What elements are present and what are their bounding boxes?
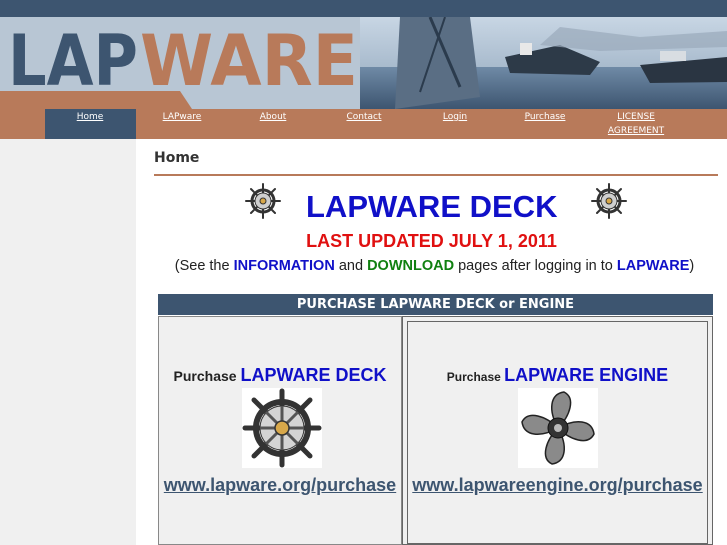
info-note-middle: pages after logging in to xyxy=(454,258,617,274)
nav-home[interactable]: Home xyxy=(60,110,120,124)
main-content: Home LAPWARE DECK LAST UPDATED JULY 1, 2… xyxy=(136,139,727,545)
left-sidebar xyxy=(0,139,136,545)
logo-text-ware: WARE xyxy=(140,20,358,102)
nav-lapware[interactable]: LAPware xyxy=(152,110,212,124)
info-note-and: and xyxy=(334,258,368,274)
purchase-table-header: PURCHASE LAPWARE DECK or ENGINE xyxy=(158,294,713,315)
purchase-engine-label-small: Purchase xyxy=(446,370,505,384)
propeller-icon xyxy=(518,388,598,468)
ship-wheel-icon xyxy=(245,183,281,219)
ship-wheel-icon xyxy=(242,388,322,468)
nav-contact[interactable]: Contact xyxy=(334,110,394,124)
deck-heading: LAPWARE DECK xyxy=(306,189,558,224)
nav-license-agreement[interactable]: LICENSE AGREEMENT xyxy=(600,110,672,138)
information-keyword: INFORMATION xyxy=(233,258,335,274)
logo-text-lap: LAP xyxy=(8,20,138,102)
info-note-suffix: ) xyxy=(689,258,695,274)
info-note: (See the INFORMATION and DOWNLOAD pages … xyxy=(136,258,727,274)
header-banner: LAP WARE xyxy=(0,17,727,109)
title-divider xyxy=(154,174,718,176)
last-updated-text: LAST UPDATED JULY 1, 2011 xyxy=(306,231,557,251)
lapware-keyword: LAPWARE xyxy=(616,258,690,274)
info-note-prefix: (See the xyxy=(174,258,234,274)
purchase-deck-cell: Purchase LAPWARE DECK www.lapware.org/pu… xyxy=(158,316,402,545)
purchase-deck-label: Purchase LAPWARE DECK xyxy=(159,365,401,386)
purchase-engine-label-big: LAPWARE ENGINE xyxy=(504,365,669,385)
ship-wheel-icon xyxy=(591,183,627,219)
page-title: Home xyxy=(154,150,200,166)
purchase-engine-link[interactable]: www.lapwareengine.org/purchase xyxy=(403,475,712,496)
purchase-engine-label: Purchase LAPWARE ENGINE xyxy=(403,365,712,386)
download-keyword: DOWNLOAD xyxy=(367,258,455,274)
purchase-engine-cell: Purchase LAPWARE ENGINE www.lapwareengin… xyxy=(402,316,713,545)
purchase-deck-label-small: Purchase xyxy=(173,368,241,384)
nav-purchase[interactable]: Purchase xyxy=(515,110,575,124)
top-bar xyxy=(0,0,727,17)
purchase-deck-label-big: LAPWARE DECK xyxy=(240,365,387,385)
nav-login[interactable]: Login xyxy=(425,110,485,124)
nav-about[interactable]: About xyxy=(243,110,303,124)
purchase-deck-link[interactable]: www.lapware.org/purchase xyxy=(159,475,401,496)
